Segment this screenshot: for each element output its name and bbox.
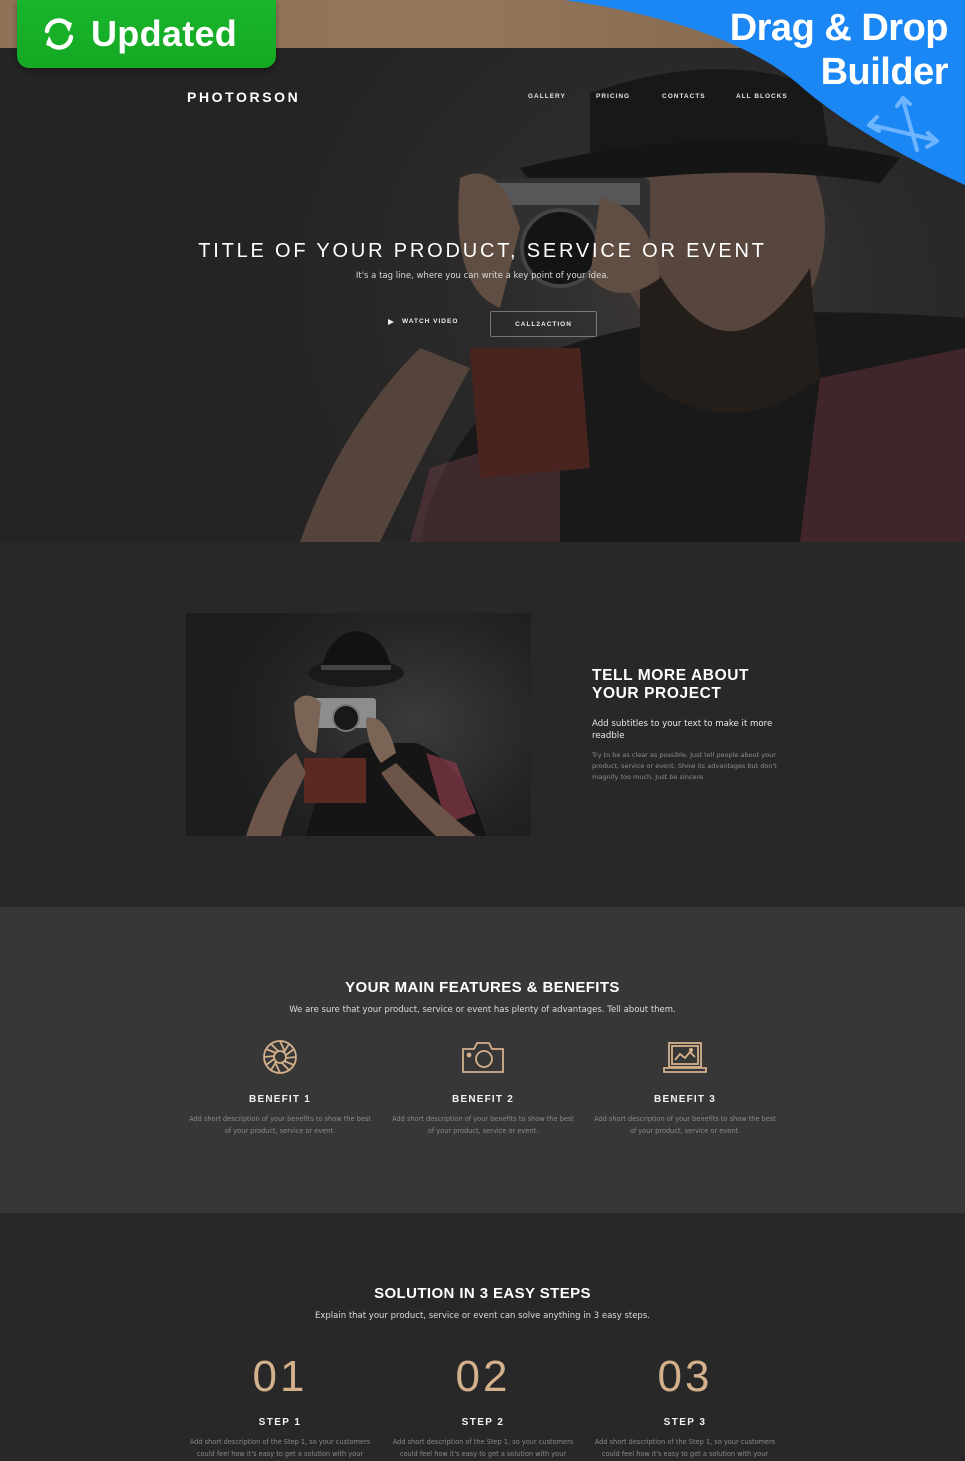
hero-title: TITLE OF YOUR PRODUCT, SERVICE OR EVENT bbox=[198, 240, 767, 262]
step-card: 03 STEP 3 Add short description of the S… bbox=[585, 1351, 785, 1460]
play-icon bbox=[388, 318, 394, 325]
drag-drop-line1: Drag & Drop bbox=[729, 7, 949, 49]
steps-title: SOLUTION IN 3 EASY STEPS bbox=[374, 1285, 591, 1302]
benefit-title: BENEFIT 1 bbox=[249, 1094, 311, 1105]
step-title: STEP 3 bbox=[663, 1417, 707, 1428]
benefit-description: Add short description of your benefits t… bbox=[189, 1115, 371, 1135]
benefit-title: BENEFIT 3 bbox=[654, 1094, 716, 1105]
camera-icon bbox=[462, 1042, 504, 1073]
drag-drop-text: Drag & Drop Builder bbox=[729, 6, 949, 94]
about-title: TELL MORE ABOUT YOUR PROJECT bbox=[592, 667, 749, 703]
features-subtitle: We are sure that your product, service o… bbox=[289, 1005, 676, 1015]
about-title-line2: YOUR PROJECT bbox=[592, 685, 722, 702]
site-logo[interactable]: PHOTORSON bbox=[187, 89, 300, 105]
laptop-image-icon bbox=[663, 1042, 707, 1073]
hero-tagline: It's a tag line, where you can write a k… bbox=[355, 271, 610, 281]
about-body: Try to be as clear as possible. Just tel… bbox=[592, 751, 777, 781]
features-title: YOUR MAIN FEATURES & BENEFITS bbox=[345, 979, 620, 996]
about-photo bbox=[186, 613, 531, 836]
step-number: 03 bbox=[657, 1352, 713, 1401]
step-description: Add short description of the Step 1, so … bbox=[392, 1438, 574, 1458]
benefit-title: BENEFIT 2 bbox=[452, 1094, 514, 1105]
refresh-icon bbox=[44, 18, 74, 50]
about-title-line1: TELL MORE ABOUT bbox=[592, 667, 750, 684]
watch-video-label: WATCH VIDEO bbox=[402, 318, 459, 325]
steps-section: SOLUTION IN 3 EASY STEPS Explain that yo… bbox=[0, 1213, 965, 1461]
features-section: YOUR MAIN FEATURES & BENEFITS We are sur… bbox=[0, 907, 965, 1213]
photographer-image bbox=[246, 631, 486, 836]
step-description: Add short description of the Step 1, so … bbox=[594, 1438, 776, 1458]
benefit-card: BENEFIT 1 Add short description of your … bbox=[180, 1037, 380, 1137]
nav-gallery[interactable]: GALLERY bbox=[528, 93, 566, 100]
step-title: STEP 2 bbox=[461, 1417, 505, 1428]
benefit-description: Add short description of your benefits t… bbox=[392, 1115, 574, 1135]
step-card: 01 STEP 1 Add short description of the S… bbox=[180, 1351, 380, 1460]
benefit-card: BENEFIT 2 Add short description of your … bbox=[383, 1037, 583, 1137]
step-number: 01 bbox=[252, 1352, 308, 1401]
benefit-description: Add short description of your benefits t… bbox=[594, 1115, 776, 1135]
aperture-icon bbox=[263, 1040, 297, 1074]
call-to-action-button[interactable]: CALL2ACTION bbox=[490, 311, 597, 337]
benefit-card: BENEFIT 3 Add short description of your … bbox=[585, 1037, 785, 1137]
step-number: 02 bbox=[455, 1352, 511, 1401]
watch-video-button[interactable]: WATCH VIDEO bbox=[388, 318, 458, 325]
drag-drop-line2: Builder bbox=[820, 51, 949, 93]
about-section: TELL MORE ABOUT YOUR PROJECT Add subtitl… bbox=[0, 542, 965, 907]
updated-badge: Updated bbox=[17, 0, 276, 68]
about-subtitle: Add subtitles to your text to make it mo… bbox=[592, 719, 773, 741]
step-card: 02 STEP 2 Add short description of the S… bbox=[383, 1351, 583, 1460]
steps-subtitle: Explain that your product, service or ev… bbox=[315, 1311, 650, 1321]
step-title: STEP 1 bbox=[258, 1417, 302, 1428]
updated-label: Updated bbox=[91, 13, 238, 54]
step-description: Add short description of the Step 1, so … bbox=[189, 1438, 371, 1458]
